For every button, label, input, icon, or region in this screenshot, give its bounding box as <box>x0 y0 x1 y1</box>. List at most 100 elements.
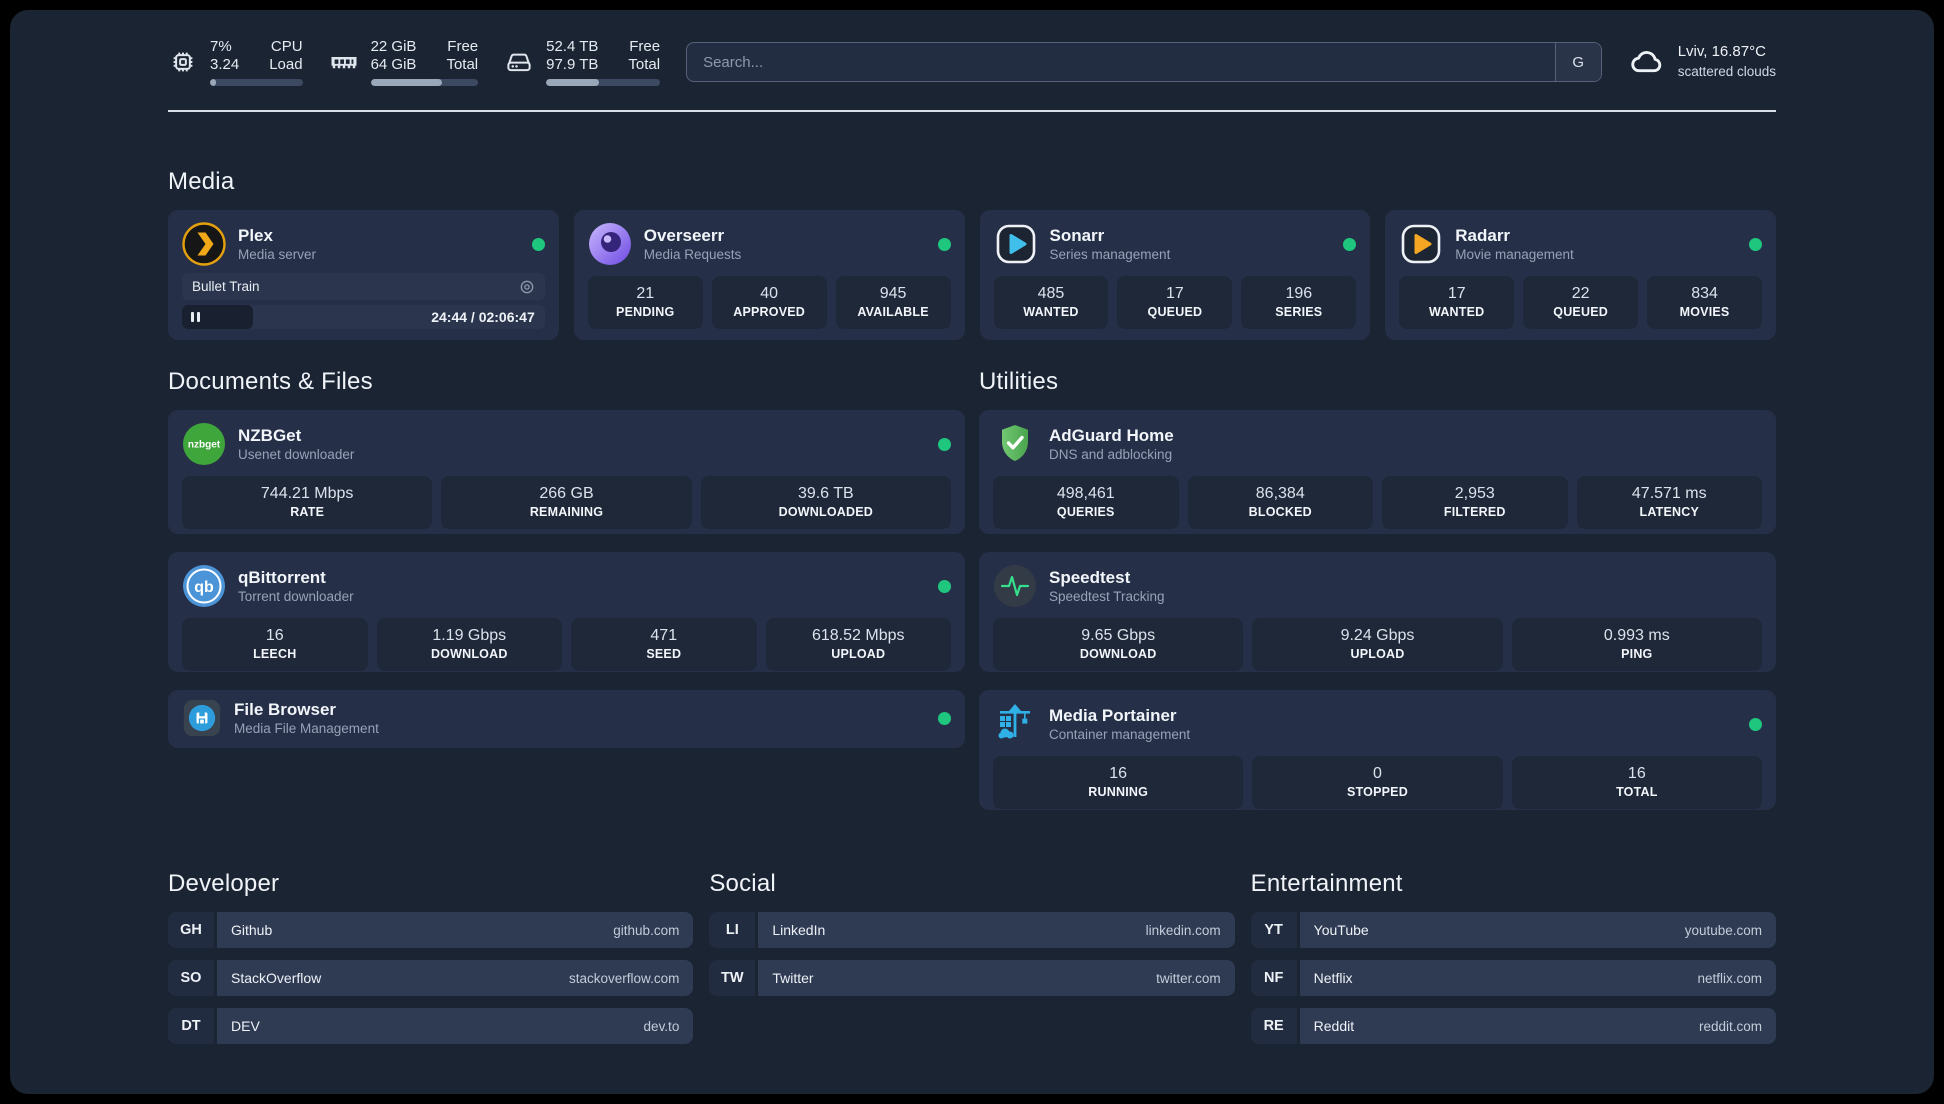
bookmark-github[interactable]: GH Github github.com <box>168 912 694 948</box>
bookmark-reddit[interactable]: RE Reddit reddit.com <box>1250 1008 1776 1044</box>
qbittorrent-stat-download: 1.19 Gbps DOWNLOAD <box>376 618 562 671</box>
card-qbittorrent[interactable]: qb qBittorrent Torrent downloader 16 LEEC… <box>168 552 965 672</box>
radarr-title: Radarr <box>1455 226 1511 245</box>
cloud-icon <box>1631 51 1661 73</box>
portainer-title: Media Portainer <box>1049 706 1177 725</box>
sonarr-stat-series: 196 SERIES <box>1241 276 1357 329</box>
portainer-icon <box>998 704 1030 739</box>
disk-label-1: Free <box>629 38 661 55</box>
dev-url: dev.to <box>643 1018 680 1034</box>
bookmark-dev[interactable]: DT DEV dev.to <box>168 1008 694 1044</box>
portainer-stat-total: 16 TOTAL <box>1511 756 1762 809</box>
memory-total: 64 GiB <box>370 56 417 73</box>
adguard-stat-latency: 47.571 ms LATENCY <box>1576 476 1762 529</box>
weather-condition: scattered clouds <box>1677 64 1776 79</box>
memory-progress-track <box>370 79 479 86</box>
twitter-name: Twitter <box>772 970 814 986</box>
card-radarr[interactable]: Radarr Movie management 17 WANTED 22 QUEUE… <box>1385 210 1776 340</box>
overseerr-stat-available: 945 AVAILABLE <box>835 276 951 329</box>
section-media: Media Plex Media server Bullet Train 24:… <box>168 168 1776 340</box>
card-overseerr[interactable]: Overseerr Media Requests 21 PENDING 40 APP… <box>573 210 965 340</box>
nzbget-icon: nzbget <box>183 423 225 465</box>
disk-total: 97.9 TB <box>546 56 599 73</box>
stackoverflow-url: stackoverflow.com <box>569 970 680 986</box>
memory-stat: 22 GiB Free 64 GiB Total <box>329 38 479 86</box>
adguard-stat-blocked: 86,384 BLOCKED <box>1187 476 1373 529</box>
plex-title: Plex <box>238 226 273 245</box>
bookmark-linkedin[interactable]: LI LinkedIn linkedin.com <box>709 912 1235 948</box>
media-section-title: Media <box>168 168 235 195</box>
hard-drive-icon <box>507 53 531 72</box>
linkedin-url: linkedin.com <box>1145 922 1221 938</box>
card-nzbget[interactable]: nzbget NZBGet Usenet downloader 744.21 M… <box>168 410 965 534</box>
nzbget-title: NZBGet <box>238 426 302 445</box>
card-portainer[interactable]: Media Portainer Container management 16 R… <box>979 690 1776 810</box>
card-adguard[interactable]: AdGuard Home DNS and adblocking 498,461 Q… <box>979 410 1776 534</box>
qbittorrent-status-dot <box>938 579 951 593</box>
linkedin-abbr: LI <box>709 912 756 948</box>
dev-name: DEV <box>231 1018 260 1034</box>
nzbget-stat-downloaded: 39.6 TB DOWNLOADED <box>700 476 951 529</box>
memory-label-1: Free <box>447 38 479 55</box>
netflix-abbr: NF <box>1250 960 1297 996</box>
weather-widget: Lviv, 16.87°C scattered clouds <box>1628 42 1776 82</box>
overseerr-title: Overseerr <box>643 226 725 245</box>
sonarr-icon <box>996 224 1035 264</box>
card-sonarr[interactable]: Sonarr Series management 485 WANTED 17 QUE… <box>979 210 1371 340</box>
search-input[interactable] <box>687 43 1555 81</box>
search-engine-button[interactable]: G <box>1554 43 1601 81</box>
github-abbr: GH <box>168 912 214 948</box>
bookmark-youtube[interactable]: YT YouTube youtube.com <box>1250 912 1776 948</box>
stackoverflow-abbr: SO <box>168 960 214 996</box>
now-playing-title-row: Bullet Train <box>182 273 545 300</box>
developer-section-title: Developer <box>168 870 280 897</box>
disk-stat: 52.4 TB Free 97.9 TB Total <box>504 38 661 86</box>
filebrowser-icon <box>183 699 221 737</box>
reddit-abbr: RE <box>1250 1008 1297 1044</box>
weather-location: Lviv, 16.87°C <box>1677 43 1766 60</box>
header-divider <box>168 110 1776 112</box>
qbittorrent-stat-upload: 618.52 Mbps UPLOAD <box>765 618 951 671</box>
social-section-title: Social <box>709 870 776 897</box>
memory-label-2: Total <box>446 56 479 73</box>
twitter-url: twitter.com <box>1156 970 1221 986</box>
speedtest-desc: Speedtest Tracking <box>1049 589 1165 604</box>
card-filebrowser[interactable]: File Browser Media File Management <box>168 690 965 748</box>
bookmark-stackoverflow[interactable]: SO StackOverflow stackoverflow.com <box>168 960 694 996</box>
speedtest-stat-download: 9.65 Gbps DOWNLOAD <box>993 618 1244 671</box>
bookmark-netflix[interactable]: NF Netflix netflix.com <box>1250 960 1776 996</box>
section-utilities: Utilities AdGuard Home DNS and adblockin… <box>979 368 1776 810</box>
pause-button[interactable] <box>191 312 200 322</box>
card-plex[interactable]: Plex Media server Bullet Train 24:44 / 0… <box>168 210 559 340</box>
radarr-icon <box>1401 224 1441 264</box>
bookmark-twitter[interactable]: TW Twitter twitter.com <box>709 960 1235 996</box>
memory-progress-fill <box>370 79 442 86</box>
portainer-stat-stopped: 0 STOPPED <box>1252 756 1503 809</box>
search-bar: G <box>686 42 1602 82</box>
cpu-progress-track <box>210 79 303 86</box>
speedtest-title: Speedtest <box>1049 568 1131 587</box>
github-url: github.com <box>613 922 680 938</box>
portainer-stat-running: 16 RUNNING <box>993 756 1244 809</box>
camera-icon[interactable] <box>519 279 535 295</box>
reddit-name: Reddit <box>1313 1018 1355 1034</box>
cpu-load: 3.24 <box>210 56 240 73</box>
plex-status-dot <box>531 237 545 251</box>
nzbget-status-dot <box>938 437 951 451</box>
github-name: Github <box>231 922 273 938</box>
filebrowser-title: File Browser <box>234 700 337 719</box>
adguard-desc: DNS and adblocking <box>1049 447 1173 462</box>
sonarr-title: Sonarr <box>1049 226 1105 245</box>
now-playing-progress: 24:44 / 02:06:47 <box>182 305 545 329</box>
top-bar: 7% CPU 3.24 Load 22 GiB Free 64 GiB Tota… <box>168 36 1776 88</box>
speedtest-stat-upload: 9.24 Gbps UPLOAD <box>1252 618 1503 671</box>
adguard-icon <box>1002 425 1028 461</box>
documents-section-title: Documents & Files <box>168 368 373 395</box>
qbittorrent-title: qBittorrent <box>238 568 326 587</box>
card-speedtest[interactable]: Speedtest Speedtest Tracking 9.65 Gbps DO… <box>979 552 1776 672</box>
overseerr-icon <box>588 223 631 265</box>
overseerr-stat-approved: 40 APPROVED <box>711 276 827 329</box>
sonarr-stat-wanted: 485 WANTED <box>993 276 1109 329</box>
sonarr-stat-queued: 17 QUEUED <box>1117 276 1233 329</box>
disk-label-2: Total <box>628 56 661 73</box>
